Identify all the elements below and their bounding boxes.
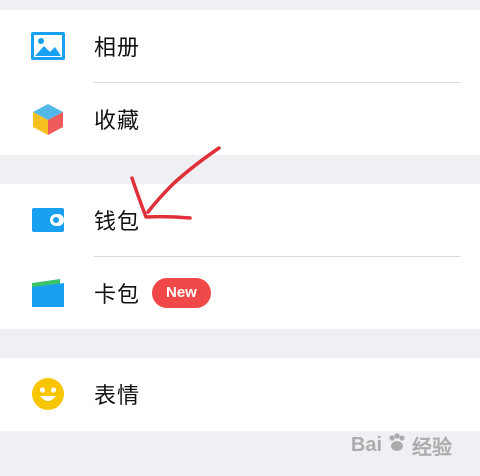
album-label: 相册: [94, 36, 141, 61]
me-page-menu: 相册 收藏 钱包 卡包 New 表情 Bai 经验: [0, 0, 480, 476]
baidu-watermark: Bai 经验: [351, 431, 452, 460]
favorites-cube-icon: [30, 101, 66, 137]
cards-label: 卡包: [94, 283, 141, 308]
watermark-logo-suffix: 经验: [412, 437, 452, 459]
album-icon: [30, 28, 66, 64]
new-badge: New: [152, 278, 211, 308]
watermark-logo-text: Bai: [350, 434, 382, 456]
album-row[interactable]: 相册: [0, 10, 480, 82]
smiley-icon: [30, 376, 66, 412]
menu-group-wallet: 钱包 卡包 New: [0, 184, 480, 329]
wallet-row[interactable]: 钱包: [0, 184, 480, 256]
favorites-label: 收藏: [94, 109, 141, 134]
stickers-label: 表情: [94, 384, 141, 409]
card-wallet-icon: [30, 275, 66, 311]
menu-group-stickers: 表情: [0, 358, 480, 431]
favorites-row[interactable]: 收藏: [0, 83, 480, 155]
cards-row[interactable]: 卡包 New: [0, 257, 480, 329]
menu-group-media: 相册 收藏: [0, 10, 480, 155]
stickers-row[interactable]: 表情: [0, 358, 480, 430]
wallet-icon: [30, 202, 66, 238]
baidu-paw-icon: [386, 432, 408, 460]
wallet-label: 钱包: [94, 210, 141, 235]
